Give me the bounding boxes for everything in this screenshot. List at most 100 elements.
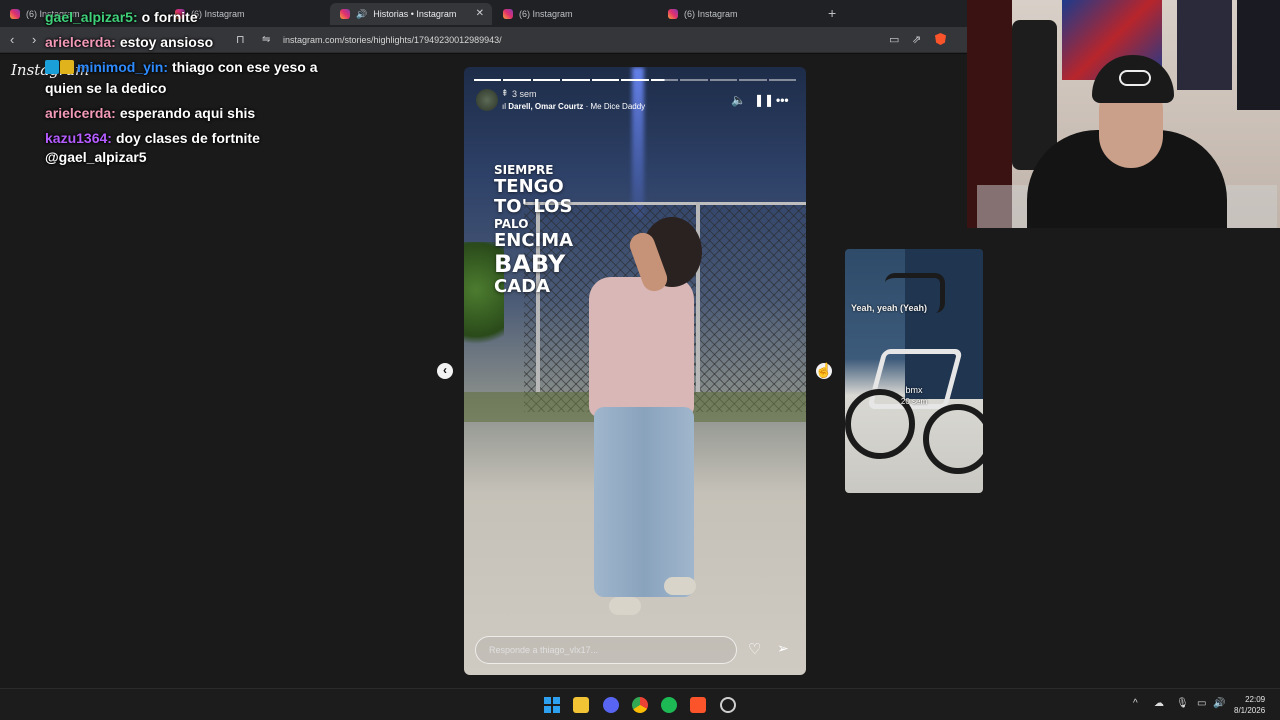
clock-date: 8/1/2026 [1234,706,1266,715]
shoe [664,577,696,595]
lyric-line: SIEMPRE [494,163,554,177]
spotify-icon[interactable] [661,697,677,713]
cap-logo [1119,70,1151,86]
music-song: Me Dice Daddy [590,102,646,111]
progress-segment [591,79,620,81]
share-icon[interactable]: ⇗ [912,33,921,46]
chrome-icon[interactable] [632,697,648,713]
progress-segment [739,79,767,81]
story-music[interactable]: ıl Darell, Omar Courtz · Me Dice Daddy [502,102,645,111]
story-progress [474,79,796,81]
instagram-icon [668,9,678,19]
tab-label: (6) Instagram [519,9,573,19]
network-icon[interactable]: ▭ [1197,698,1206,709]
screen: (6) Instagram (6) Instagram 🔊 Historias … [0,0,1280,720]
chat-text: o fornite [141,9,198,25]
progress-segment [474,79,502,81]
chevron-up-icon[interactable]: ^ [1133,698,1138,709]
chat-badges-icon [45,60,75,79]
chat-text: esperando aqui shis [119,105,256,121]
speaker-icon: 🔊 [356,8,368,19]
chat-username[interactable]: arielcerda: [45,34,116,50]
volume-tray-icon[interactable]: 🔊 [1213,698,1225,709]
pause-icon[interactable]: ❚❚ [754,93,774,107]
instagram-icon [503,9,513,19]
brave-shield-icon[interactable] [935,33,946,45]
send-icon[interactable]: ➢ [777,640,789,657]
webcam-overlay [967,0,1280,228]
pin-icon: ⇞ [501,88,509,98]
heart-icon[interactable]: ♡ [748,640,761,658]
tab-label: (6) Instagram [684,9,738,19]
preview-time: 20 sem [900,397,928,406]
cloud-icon[interactable]: ☁ [1154,698,1164,709]
progress-segment [709,79,738,81]
lyrics-sticker: SIEMPRE TENGO TO' LOS PALO ENCIMA BABY CADA [494,164,573,298]
tab-instagram-5[interactable]: (6) Instagram [658,3,823,25]
clock-time: 22:09 [1245,695,1266,704]
progress-segment [532,79,561,81]
chat-username[interactable]: kazu1364: [45,130,112,146]
instagram-icon [10,9,20,19]
chat-username[interactable]: minimod_yin: [77,59,168,75]
previous-story-button[interactable]: ‹ [437,363,453,379]
close-tab-icon[interactable]: ✕ [476,8,484,19]
progress-segment [621,79,649,81]
light-beam [632,67,644,217]
fence-post [696,202,700,392]
reply-placeholder: Responde a thiago_vlx17... [489,645,599,655]
back-icon[interactable]: ‹ [10,32,14,47]
chat-message: minimod_yin: thiago con ese yeso a quien … [45,58,345,98]
lyric-line: BABY [494,250,566,278]
lyric-line: CADA [494,276,551,297]
volume-icon[interactable]: 🔈 [731,93,746,107]
discord-icon[interactable] [603,697,619,713]
progress-segment [680,79,708,81]
progress-segment [650,79,679,81]
chat-text: estoy ansioso [119,34,214,50]
tab-instagram-4[interactable]: (6) Instagram [493,3,658,25]
person-jeans [594,407,694,597]
poster [1177,0,1232,90]
lyric-line: TO' LOS [494,196,573,217]
story-time: 3 sem [512,89,537,99]
story-viewer[interactable]: ⇞ 3 sem ıl Darell, Omar Courtz · Me Dice… [464,67,806,675]
shoe [609,597,641,615]
windows-taskbar: ^ ☁ 🎙 ▭ 🔊 22:09 8/1/2026 [0,688,1280,720]
lyric-line: ENCIMA [494,230,574,251]
poster [1237,0,1280,110]
chat-message: kazu1364: doy clases de fortnite @gael_al… [45,129,345,167]
story-avatar[interactable] [476,89,498,111]
new-tab-button[interactable]: + [828,5,836,21]
chat-username[interactable]: arielcerda: [45,105,116,121]
progress-segment [562,79,590,81]
music-artists: Darell, Omar Courtz [508,102,584,111]
microphone-icon[interactable]: 🎙 [1176,698,1189,709]
progress-segment [503,79,531,81]
chat-message: arielcerda: esperando aqui shis [45,104,345,123]
more-options-icon[interactable]: ••• [776,93,789,107]
file-explorer-icon[interactable] [573,697,589,713]
stream-chat: gael_alpizar5: o fornite arielcerda: estoy … [45,8,345,173]
person-shirt [589,277,694,417]
chat-message: arielcerda: estoy ansioso [45,33,345,52]
bike-wheel [923,404,983,474]
windows-start-icon[interactable] [544,697,560,713]
preview-title: bmx [905,385,923,395]
hand-cursor-icon: ☝ [815,362,833,378]
tab-historias[interactable]: 🔊 Historias • Instagram ✕ [330,3,492,25]
tab-label: Historias • Instagram [373,9,457,19]
cast-icon[interactable]: ▭ [889,33,899,46]
lyric-line: TENGO [494,176,564,197]
progress-segment [768,79,796,81]
reply-input[interactable]: Responde a thiago_vlx17... [475,636,737,664]
preview-caption: Yeah, yeah (Yeah) [851,303,928,313]
lyric-line: PALO [494,217,529,231]
chat-username[interactable]: gael_alpizar5: [45,9,138,25]
system-clock[interactable]: 22:09 8/1/2026 [1234,694,1265,716]
brave-icon[interactable] [690,697,706,713]
chat-message: gael_alpizar5: o fornite [45,8,345,27]
next-highlight-preview[interactable]: Yeah, yeah (Yeah) bmx 20 sem [845,249,983,493]
obs-icon[interactable] [720,697,736,713]
forward-icon[interactable]: › [32,32,36,47]
